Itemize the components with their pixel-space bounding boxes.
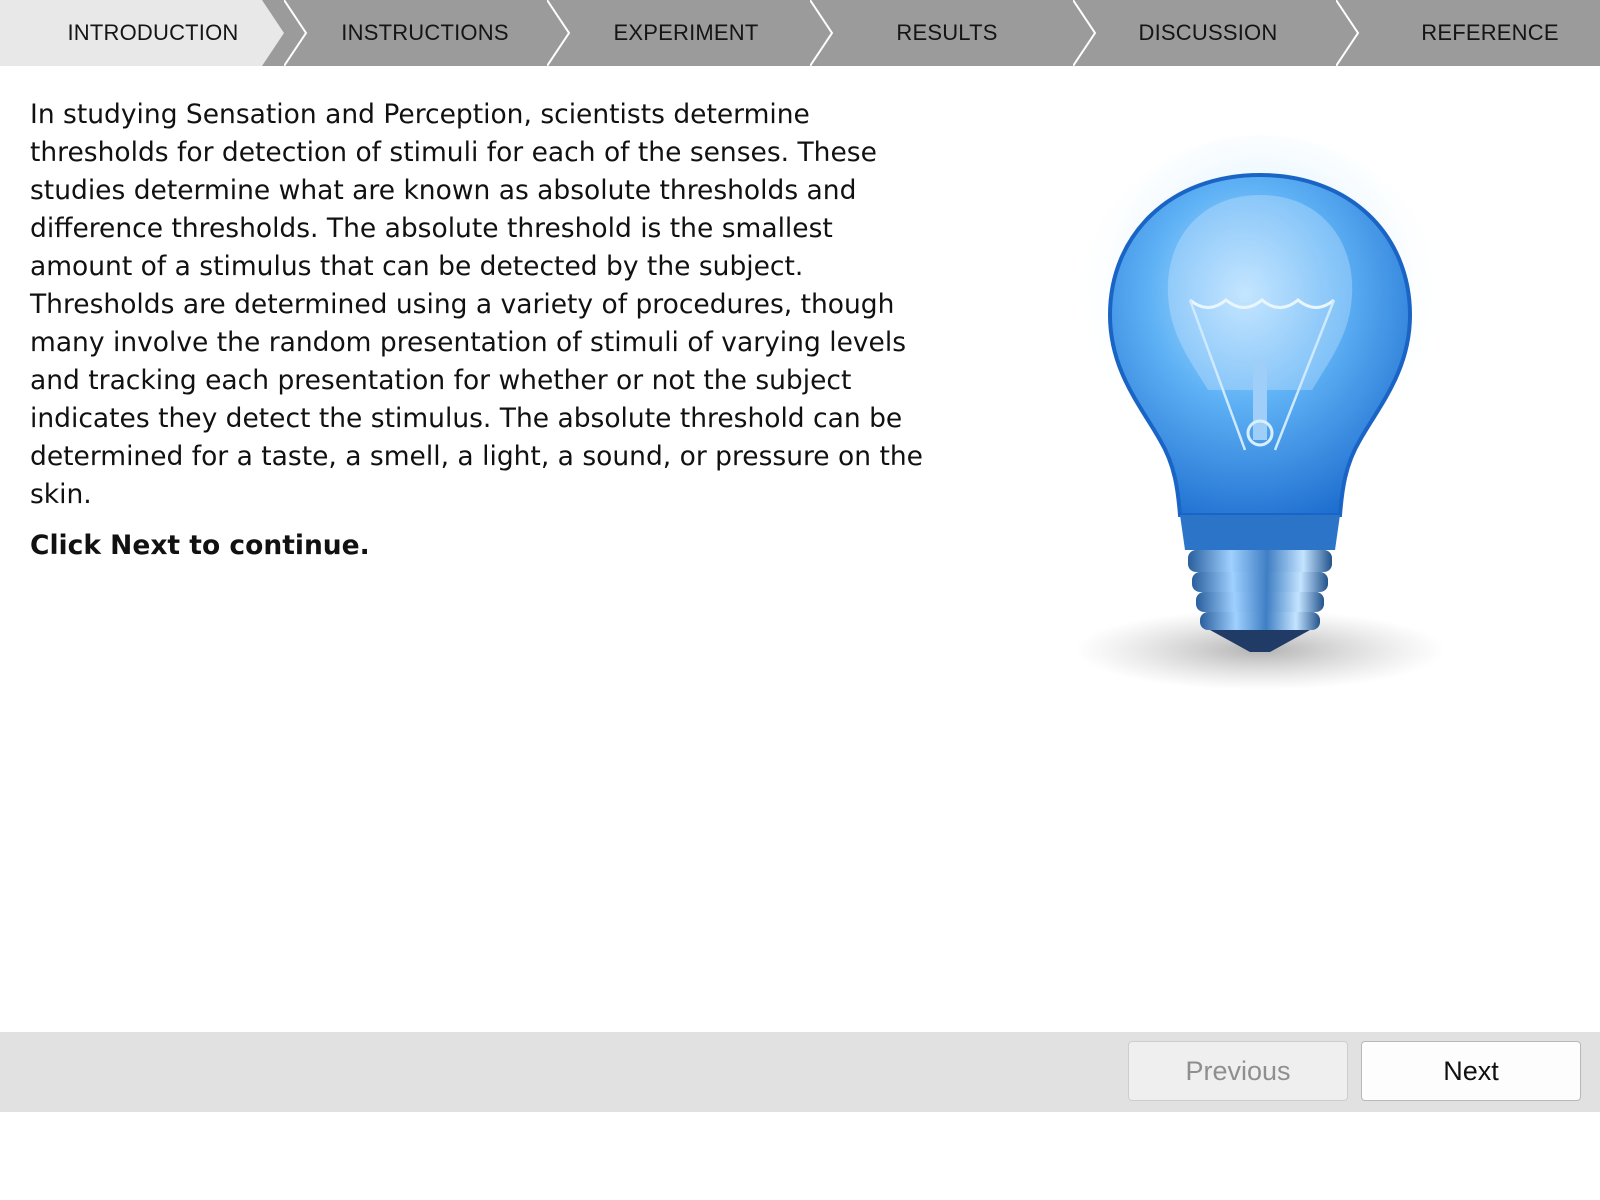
continue-instruction: Click Next to continue. (30, 530, 370, 561)
tab-label: DISCUSSION (1138, 20, 1278, 45)
tab-instructions[interactable]: INSTRUCTIONS (262, 0, 568, 66)
lightbulb-icon (1070, 135, 1450, 690)
tab-label: REFERENCE (1421, 20, 1559, 45)
tab-introduction[interactable]: INTRODUCTION (0, 0, 306, 66)
tab-label: INSTRUCTIONS (341, 20, 509, 45)
tab-discussion[interactable]: DISCUSSION (1051, 0, 1357, 66)
footer-bar: Previous Next (0, 1032, 1600, 1112)
lightbulb-illustration (1050, 120, 1470, 720)
tab-label: INTRODUCTION (67, 20, 239, 45)
next-button[interactable]: Next (1361, 1041, 1581, 1101)
tab-reference[interactable]: REFERENCE (1314, 0, 1600, 66)
tab-experiment[interactable]: EXPERIMENT (525, 0, 831, 66)
section-tab-bar: INTRODUCTION INSTRUCTIONS EXPERIMENT RES… (0, 0, 1600, 66)
tab-results[interactable]: RESULTS (788, 0, 1094, 66)
previous-button[interactable]: Previous (1128, 1041, 1348, 1101)
tab-label: RESULTS (896, 20, 998, 45)
tab-label: EXPERIMENT (613, 20, 759, 45)
intro-paragraph: In studying Sensation and Perception, sc… (30, 99, 923, 510)
